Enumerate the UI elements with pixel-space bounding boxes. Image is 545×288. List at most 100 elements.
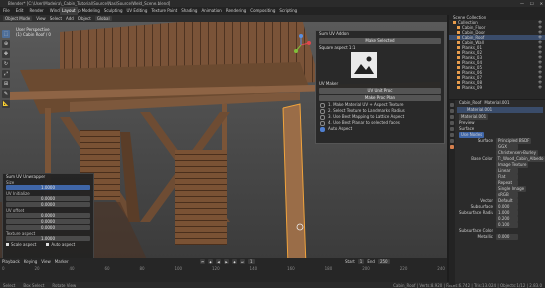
property-value-field[interactable]: 0.000 xyxy=(496,234,518,240)
tool-tab-icon[interactable] xyxy=(450,103,454,107)
material-slot-list[interactable]: Material.001 xyxy=(457,107,543,113)
tab-texture-paint[interactable]: Texture Paint xyxy=(151,7,177,15)
jump-start-icon[interactable]: ⏮ xyxy=(200,259,205,264)
scene-tab-icon[interactable] xyxy=(450,121,454,125)
radio-icon xyxy=(320,114,325,120)
scene-statistics: Cabin_Roof | Verts:8.920 | Faces:6.742 |… xyxy=(393,282,542,288)
size-field[interactable]: 1.0000 xyxy=(6,185,90,190)
texture-aspect-field[interactable]: 1.0000 xyxy=(6,236,90,241)
mesh-object-icon xyxy=(457,71,460,74)
tab-sculpting[interactable]: Sculpting xyxy=(104,7,123,15)
end-field[interactable]: 250 xyxy=(377,259,390,264)
property-value-field[interactable]: 0.100 xyxy=(496,222,518,228)
tab-layout[interactable]: Layout xyxy=(60,7,78,15)
tab-uv-editing[interactable]: UV Editing xyxy=(127,7,148,15)
navigation-gizmo-icon[interactable] xyxy=(290,34,312,56)
tab-animation[interactable]: Animation xyxy=(201,7,221,15)
uv-offset-y-field[interactable]: 0.0000 xyxy=(6,219,90,224)
material-slot-name: Material.001 xyxy=(484,100,510,105)
uv-addon-panel: Sum UV Addon Make Selected Square aspect… xyxy=(315,30,445,144)
frame-range: Start 1 End 250 xyxy=(345,259,390,264)
close-button[interactable]: ✕ xyxy=(540,1,543,6)
material-slot-item[interactable]: Material.001 xyxy=(467,107,492,113)
mesh-object-icon xyxy=(457,31,460,34)
tick-label: 80 xyxy=(139,266,145,271)
viewport-info: User Perspective (1) Cabin Roof / 0 xyxy=(16,27,51,37)
uv-offset-x-field[interactable]: 0.0000 xyxy=(6,213,90,218)
next-key-icon[interactable]: ◆ xyxy=(232,259,237,264)
tab-shading[interactable]: Shading xyxy=(181,7,197,15)
uv-initialize-x-field[interactable]: 0.0000 xyxy=(6,196,90,201)
start-field[interactable]: 1 xyxy=(357,259,365,264)
uv-maker-section: UV Maker xyxy=(319,81,339,86)
option-auto-aspect[interactable]: Auto Aspect xyxy=(316,126,444,132)
visibility-eye-icon[interactable]: 👁 xyxy=(538,85,545,90)
operator-redo-panel: Sum UV Unwrapper Size 1.0000 UV Initiali… xyxy=(2,173,94,262)
workspace-tabs: Layout Modeling Sculpting UV Editing Tex… xyxy=(60,7,297,15)
menu-keying[interactable]: Keying xyxy=(24,259,37,264)
tool-shelf: ⬚ ⊕ ✥ ↻ ⤢ ⊞ ✎ 📐 xyxy=(2,30,10,108)
transform-tool-icon[interactable]: ⊞ xyxy=(2,80,10,88)
jump-end-icon[interactable]: ⏭ xyxy=(240,259,245,264)
make-selected-button[interactable]: Make Selected xyxy=(319,38,441,44)
current-frame-field[interactable]: 1 xyxy=(248,259,255,264)
menu-edit[interactable]: Edit xyxy=(16,7,24,15)
uv-initialize-y-field[interactable]: 0.0000 xyxy=(6,202,90,207)
tick-label: 240 xyxy=(437,266,445,271)
outliner-list: Collection 👁 Cabin_Floor 👁 Cabin_Door 👁 Cabin_… xyxy=(449,20,545,90)
material-tab-icon[interactable] xyxy=(450,145,454,149)
status-box-select: Box Select xyxy=(23,282,45,288)
tab-rendering[interactable]: Rendering xyxy=(226,7,246,15)
checkbox-icon[interactable] xyxy=(46,243,50,246)
menu-render[interactable]: Render xyxy=(29,7,43,15)
move-tool-icon[interactable]: ✥ xyxy=(2,50,10,58)
property-label: Metallic xyxy=(477,234,493,239)
annotate-tool-icon[interactable]: ✎ xyxy=(2,90,10,98)
tab-modeling[interactable]: Modeling xyxy=(82,7,100,15)
rotate-tool-icon[interactable]: ↻ xyxy=(2,60,10,68)
mesh-object-icon xyxy=(457,46,460,49)
menu-object[interactable]: Object xyxy=(78,16,91,21)
mode-dropdown[interactable]: Object Mode xyxy=(3,16,33,21)
uv-unit-proc-button[interactable]: UV Unit Proc xyxy=(319,88,441,94)
measure-tool-icon[interactable]: 📐 xyxy=(2,100,10,108)
maximize-button[interactable]: ☐ xyxy=(530,1,534,6)
play-icon[interactable]: ▶ xyxy=(224,259,229,264)
select-tool-icon[interactable]: ⬚ xyxy=(2,30,10,38)
tick-label: 160 xyxy=(287,266,295,271)
scale-aspect-checkbox[interactable]: Scale aspect Auto aspect xyxy=(3,242,93,247)
play-reverse-icon[interactable]: ◀ xyxy=(216,259,221,264)
orientation-dropdown[interactable]: Global xyxy=(94,16,112,21)
cursor-tool-icon[interactable]: ⊕ xyxy=(2,40,10,48)
menu-add[interactable]: Add xyxy=(66,16,74,21)
prev-key-icon[interactable]: ◆ xyxy=(208,259,213,264)
image-preview-icon xyxy=(351,52,377,78)
make-proc-plan-button[interactable]: Make Proc Plan xyxy=(319,95,441,101)
menu-marker[interactable]: Marker xyxy=(55,259,69,264)
radio-icon xyxy=(320,120,325,126)
frame-ruler[interactable]: 0 20 40 60 80 100 120 140 160 180 200 22… xyxy=(2,266,445,272)
radio-icon xyxy=(320,108,325,114)
radio-selected-icon xyxy=(320,126,325,132)
uv-offset-z-field[interactable]: 0.0000 xyxy=(6,225,90,230)
modifier-tab-icon[interactable] xyxy=(450,139,454,143)
world-tab-icon[interactable] xyxy=(450,127,454,131)
tab-scripting[interactable]: Scripting xyxy=(279,7,297,15)
tab-compositing[interactable]: Compositing xyxy=(250,7,275,15)
checkbox-icon xyxy=(6,243,9,246)
outliner-item[interactable]: Planks_09 👁 xyxy=(449,85,545,90)
render-tab-icon[interactable] xyxy=(450,109,454,113)
menu-file[interactable]: File xyxy=(3,7,10,15)
tick-label: 20 xyxy=(34,266,40,271)
object-tab-icon[interactable] xyxy=(450,133,454,137)
scale-tool-icon[interactable]: ⤢ xyxy=(2,70,10,78)
menu-view[interactable]: View xyxy=(36,16,46,21)
window-title: Blender* [C:\User\Madeira\_Cabin_Tutoria… xyxy=(8,1,171,6)
menu-view-timeline[interactable]: View xyxy=(41,259,51,264)
output-tab-icon[interactable] xyxy=(450,115,454,119)
minimize-button[interactable]: — xyxy=(520,1,524,6)
menu-playback[interactable]: Playback xyxy=(2,259,20,264)
object-breadcrumb: Cabin_Roof Material.001 xyxy=(449,100,545,106)
menu-select[interactable]: Select xyxy=(50,16,62,21)
mesh-object-icon xyxy=(457,26,460,29)
